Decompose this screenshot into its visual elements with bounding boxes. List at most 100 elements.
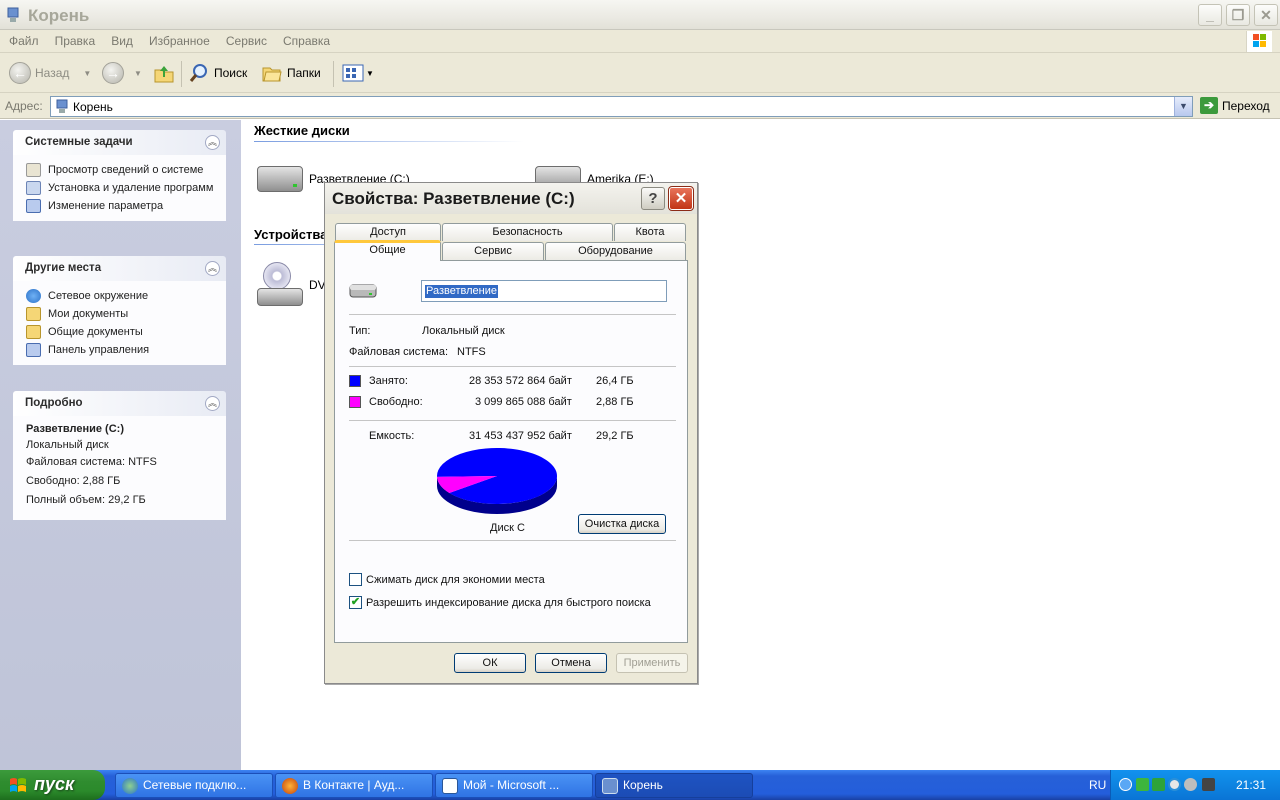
- go-arrow-icon: ➔: [1200, 97, 1218, 114]
- dvd-drive[interactable]: DV: [257, 262, 326, 308]
- minimize-button[interactable]: _: [1198, 4, 1222, 26]
- network-icon: [26, 289, 41, 303]
- free-gb: 2,88 ГБ: [596, 396, 634, 408]
- index-checkbox[interactable]: ✔: [349, 596, 362, 609]
- up-folder-button[interactable]: [153, 61, 175, 85]
- tab-general[interactable]: Общие: [334, 240, 441, 261]
- task-root-explorer[interactable]: Корень: [595, 773, 753, 798]
- tray-app-icon[interactable]: [1152, 778, 1165, 791]
- menu-file[interactable]: Файл: [9, 30, 39, 48]
- go-button[interactable]: ➔ Переход: [1200, 97, 1270, 114]
- start-button[interactable]: пуск: [0, 770, 105, 800]
- details-free: Свободно: 2,88 ГБ: [26, 475, 121, 487]
- folders-button[interactable]: Папки: [261, 61, 321, 85]
- dialog-close-button[interactable]: ✕: [668, 186, 694, 211]
- clock: 21:31: [1235, 778, 1266, 792]
- tab-security[interactable]: Безопасность: [442, 223, 613, 241]
- computer-icon: [7, 7, 19, 22]
- divider: [349, 540, 676, 541]
- computer-icon: [602, 778, 618, 794]
- address-bar: Адрес: Корень ▼ ➔ Переход: [0, 93, 1280, 119]
- toolbar: ← Назад ▼ → ▼ Поиск Папки ▼: [0, 53, 1280, 93]
- tab-tools[interactable]: Сервис: [442, 242, 544, 260]
- back-arrow-icon: ←: [9, 62, 31, 84]
- other-places-header[interactable]: Другие места ︽: [13, 256, 226, 281]
- compress-checkbox[interactable]: [349, 573, 362, 586]
- details-header[interactable]: Подробно ︽: [13, 391, 226, 416]
- menu-favorites[interactable]: Избранное: [149, 30, 210, 48]
- disk-cleanup-button[interactable]: Очистка диска: [578, 514, 666, 534]
- collapse-icon[interactable]: ︽: [205, 261, 220, 276]
- apply-button[interactable]: Применить: [616, 653, 688, 673]
- chevron-down-icon[interactable]: ▼: [83, 69, 91, 78]
- maximize-button[interactable]: ❐: [1226, 4, 1250, 26]
- taskbar: пуск Сетевые подклю... В Контакте | Ауд.…: [0, 770, 1280, 800]
- address-input[interactable]: Корень ▼: [50, 96, 1193, 117]
- used-label: Занято:: [369, 375, 408, 387]
- ok-button[interactable]: ОК: [454, 653, 526, 673]
- views-button[interactable]: ▼: [342, 61, 374, 85]
- tab-sharing[interactable]: Доступ: [335, 223, 441, 241]
- free-bytes: 3 099 865 088 байт: [475, 396, 572, 408]
- show-hidden-icons-icon[interactable]: [1119, 778, 1132, 791]
- tab-hardware[interactable]: Оборудование: [545, 242, 686, 260]
- tray-security-icon[interactable]: [1184, 778, 1197, 791]
- control-panel-icon: [26, 343, 41, 357]
- tray-monitor-icon[interactable]: [1202, 778, 1215, 791]
- forward-button[interactable]: → ▼: [102, 61, 142, 85]
- hard-drive-icon: [349, 284, 377, 298]
- type-label: Тип:: [349, 325, 371, 337]
- details-type: Локальный диск: [26, 439, 109, 451]
- compress-label: Сжимать диск для экономии места: [366, 574, 545, 586]
- task-network-connections[interactable]: Сетевые подклю...: [115, 773, 273, 798]
- place-shared-documents[interactable]: Общие документы: [13, 323, 226, 341]
- menu-help[interactable]: Справка: [283, 30, 330, 48]
- toolbar-separator: [181, 61, 182, 87]
- window-title: Корень: [28, 6, 90, 25]
- task-add-remove-programs[interactable]: Установка и удаление программ: [13, 179, 226, 197]
- group-devices: Устройства: [254, 227, 328, 242]
- search-button[interactable]: Поиск: [188, 61, 247, 85]
- documents-folder-icon: [26, 307, 41, 321]
- free-color-swatch: [349, 396, 361, 408]
- system-tasks-header[interactable]: Системные задачи ︽: [13, 130, 226, 155]
- help-button[interactable]: ?: [641, 187, 665, 210]
- tray-network-icon[interactable]: [1136, 778, 1149, 791]
- place-my-documents[interactable]: Мои документы: [13, 305, 226, 323]
- dialog-title: Свойства: Разветвление (C:): [332, 189, 575, 208]
- toolbar-separator: [333, 61, 334, 87]
- general-tab-page: Разветвление Тип: Локальный диск Файлова…: [334, 260, 688, 643]
- cancel-button[interactable]: Отмена: [535, 653, 607, 673]
- language-indicator[interactable]: RU: [1089, 778, 1106, 792]
- tab-quota[interactable]: Квота: [614, 223, 686, 241]
- used-gb: 26,4 ГБ: [596, 375, 634, 387]
- address-dropdown-button[interactable]: ▼: [1174, 97, 1192, 116]
- task-word[interactable]: Мой - Microsoft ...: [435, 773, 593, 798]
- drive-name-input[interactable]: Разветвление: [421, 280, 667, 302]
- task-change-setting[interactable]: Изменение параметра: [13, 197, 226, 215]
- menu-edit[interactable]: Правка: [55, 30, 96, 48]
- place-network[interactable]: Сетевое окружение: [13, 287, 226, 305]
- task-system-info[interactable]: Просмотр сведений о системе: [13, 161, 226, 179]
- collapse-icon[interactable]: ︽: [205, 135, 220, 150]
- other-places-panel: Другие места ︽ Сетевое окружение Мои док…: [13, 256, 226, 365]
- dialog-titlebar[interactable]: Свойства: Разветвление (C:) ? ✕: [325, 183, 697, 214]
- firefox-icon: [282, 778, 298, 794]
- details-total: Полный объем: 29,2 ГБ: [26, 494, 146, 506]
- task-browser[interactable]: В Контакте | Ауд...: [275, 773, 433, 798]
- menu-tools[interactable]: Сервис: [226, 30, 267, 48]
- back-button[interactable]: ← Назад ▼: [9, 61, 91, 85]
- place-control-panel[interactable]: Панель управления: [13, 341, 226, 359]
- network-icon: [122, 778, 138, 794]
- chevron-down-icon[interactable]: ▼: [134, 69, 142, 78]
- disk-usage-pie: [437, 448, 557, 514]
- hard-drive-icon: [257, 166, 303, 192]
- close-window-button[interactable]: ✕: [1254, 4, 1278, 26]
- menu-view[interactable]: Вид: [111, 30, 133, 48]
- settings-icon: [26, 199, 41, 213]
- folder-up-icon: [154, 66, 174, 83]
- type-value: Локальный диск: [422, 325, 505, 337]
- collapse-icon[interactable]: ︽: [205, 396, 220, 411]
- window-titlebar[interactable]: Корень _ ❐ ✕: [0, 0, 1280, 30]
- tray-disc-icon[interactable]: [1168, 778, 1181, 791]
